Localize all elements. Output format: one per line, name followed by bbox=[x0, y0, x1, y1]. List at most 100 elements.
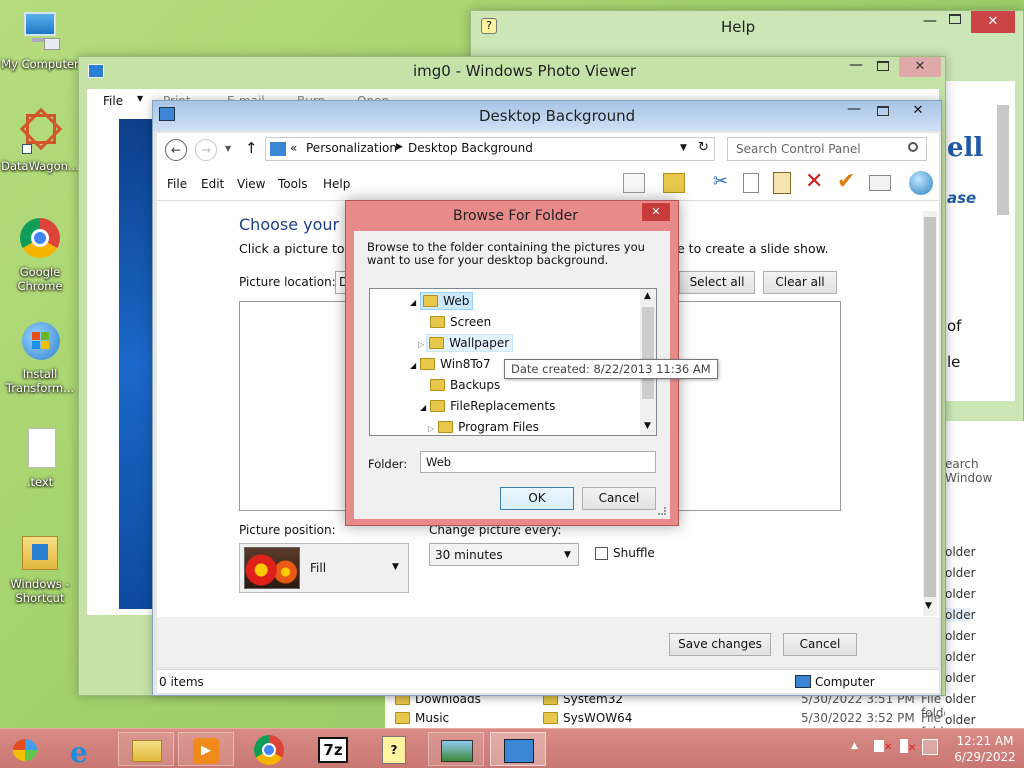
maximize-button[interactable] bbox=[877, 106, 889, 116]
taskbar-7zip[interactable]: 7z bbox=[306, 732, 362, 766]
network-icon[interactable] bbox=[922, 739, 938, 755]
menu-help[interactable]: Help bbox=[323, 177, 350, 191]
desktop-icon-google-chrome[interactable]: Google Chrome bbox=[0, 218, 80, 293]
folder-input[interactable]: Web bbox=[420, 451, 656, 473]
up-button[interactable]: ↑ bbox=[245, 139, 258, 157]
taskbar-media-player[interactable]: ▶ bbox=[178, 732, 234, 766]
select-all-button[interactable]: Select all bbox=[679, 271, 755, 294]
help-app-icon: ? bbox=[382, 736, 406, 764]
cut-icon[interactable]: ✂ bbox=[713, 171, 728, 192]
close-button[interactable]: ✕ bbox=[899, 57, 941, 77]
properties-icon[interactable] bbox=[869, 175, 891, 191]
desktop-icon-install-transform[interactable]: Install Transform... bbox=[0, 320, 80, 395]
tree-item-wallpaper[interactable]: ▷ Wallpaper bbox=[418, 333, 514, 353]
maximize-button[interactable] bbox=[877, 61, 889, 71]
start-button[interactable] bbox=[10, 735, 40, 763]
dialog-close-button[interactable]: ✕ bbox=[642, 203, 670, 221]
help-text-fragment: of bbox=[947, 317, 962, 335]
scrollbar-thumb[interactable] bbox=[642, 307, 654, 399]
scrollbar-thumb[interactable] bbox=[924, 217, 936, 597]
taskbar-chrome[interactable] bbox=[242, 732, 298, 766]
desktop-icon-label: Install Transform... bbox=[5, 367, 75, 395]
menu-file[interactable]: File bbox=[167, 177, 187, 191]
minimize-button[interactable]: — bbox=[849, 57, 863, 73]
menu-tools[interactable]: Tools bbox=[278, 177, 308, 191]
change-every-select[interactable]: 30 minutes ▼ bbox=[429, 543, 579, 566]
folder-icon bbox=[543, 712, 558, 724]
volume-muted-icon[interactable]: ✕ bbox=[874, 740, 892, 753]
resize-grip-icon[interactable] bbox=[658, 507, 666, 515]
expand-arrow-icon: ◢ bbox=[410, 298, 417, 307]
copy-icon[interactable] bbox=[743, 173, 759, 193]
maximize-button[interactable] bbox=[949, 14, 961, 24]
desktop-icon-my-computer[interactable]: My Computer bbox=[0, 10, 80, 71]
minimize-button[interactable]: — bbox=[923, 13, 937, 29]
content-scrollbar[interactable]: ▼ bbox=[923, 211, 937, 616]
taskbar-control-panel[interactable] bbox=[490, 732, 546, 766]
ok-button[interactable]: OK bbox=[500, 487, 574, 510]
browse-folder-dialog[interactable]: Browse For Folder ✕ Browse to the folder… bbox=[345, 200, 718, 526]
cancel-button[interactable]: Cancel bbox=[582, 487, 656, 510]
desktop-icon-text-file[interactable]: .text bbox=[0, 428, 80, 489]
tree-item-filereplacements[interactable]: ◢ FileReplacements bbox=[420, 396, 555, 416]
chevron-down-icon: ▼ bbox=[392, 562, 399, 572]
help-scrollbar[interactable] bbox=[997, 105, 1009, 215]
picture-position-select[interactable]: Fill ▼ bbox=[239, 543, 409, 593]
close-button[interactable]: ✕ bbox=[899, 101, 937, 121]
delete-icon[interactable]: ✕ bbox=[805, 169, 823, 194]
search-input[interactable]: Search Control Panel bbox=[727, 137, 927, 161]
taskbar-file-explorer[interactable] bbox=[118, 732, 174, 766]
taskbar-photo-viewer[interactable] bbox=[428, 732, 484, 766]
tree-item-backups[interactable]: Backups bbox=[430, 375, 500, 395]
action-center-flag-icon[interactable]: ✕ bbox=[900, 739, 916, 754]
clock-date[interactable]: 6/29/2022 bbox=[950, 750, 1020, 764]
desktop-icon-datawagon[interactable]: DataWagon... bbox=[0, 107, 80, 173]
recent-dropdown-icon[interactable]: ▼ bbox=[225, 144, 231, 153]
globe-icon[interactable] bbox=[909, 171, 933, 195]
folder-shortcut-icon bbox=[18, 530, 62, 574]
chevron-down-icon[interactable]: ▼ bbox=[644, 421, 651, 431]
list-item[interactable]: Music SysWOW64 5/30/2022 3:52 PM File fo… bbox=[395, 711, 945, 730]
menu-edit[interactable]: Edit bbox=[201, 177, 224, 191]
tree-item-screen[interactable]: Screen bbox=[430, 312, 491, 332]
footer-bar: Save changes Cancel bbox=[157, 617, 939, 667]
folder-icon bbox=[430, 400, 446, 412]
address-box[interactable]: « Personalization ▶ Desktop Background ▼… bbox=[265, 137, 715, 161]
shuffle-checkbox[interactable] bbox=[595, 547, 608, 560]
desktop-icon-windows-shortcut[interactable]: Windows - Shortcut bbox=[0, 530, 80, 605]
show-hidden-icons[interactable]: ▲ bbox=[851, 741, 858, 751]
checkmark-icon[interactable]: ✔ bbox=[837, 169, 855, 194]
tree-item-program-files[interactable]: ▷ Program Files bbox=[428, 417, 539, 435]
close-button[interactable]: ✕ bbox=[971, 11, 1015, 33]
search-icon bbox=[908, 142, 918, 152]
back-button[interactable]: ← bbox=[165, 139, 187, 161]
menu-file[interactable]: File bbox=[103, 94, 123, 108]
taskbar-internet-explorer[interactable]: e bbox=[58, 732, 114, 768]
cancel-button[interactable]: Cancel bbox=[783, 633, 857, 656]
help-heading-fragment: ell bbox=[947, 133, 984, 163]
picture-location-label: Picture location: bbox=[239, 275, 336, 289]
paste-icon[interactable] bbox=[773, 172, 791, 194]
layout-pane-icon[interactable] bbox=[623, 173, 645, 193]
clear-all-button[interactable]: Clear all bbox=[763, 271, 837, 294]
clock-time[interactable]: 12:21 AM bbox=[950, 734, 1020, 748]
forward-button[interactable]: → bbox=[195, 139, 217, 161]
breadcrumb-desktop-background[interactable]: Desktop Background bbox=[408, 141, 533, 155]
menu-view[interactable]: View bbox=[237, 177, 265, 191]
taskbar: e ▶ 7z ? ▲ ✕ ✕ 12:21 AM 6/29/2022 bbox=[0, 728, 1024, 768]
refresh-icon[interactable]: ↻ bbox=[698, 140, 709, 155]
minimize-button[interactable]: — bbox=[847, 101, 861, 117]
breadcrumb-personalization[interactable]: Personalization bbox=[306, 141, 397, 155]
chevron-down-icon[interactable]: ▼ bbox=[680, 143, 687, 153]
tree-item-win8to7[interactable]: ◢ Win8To7 bbox=[410, 354, 491, 374]
save-changes-button[interactable]: Save changes bbox=[669, 633, 771, 656]
taskbar-help[interactable]: ? bbox=[368, 732, 424, 766]
chevron-up-icon[interactable]: ▲ bbox=[644, 291, 651, 301]
desktop-icon-label: My Computer bbox=[1, 57, 79, 71]
status-location: Computer bbox=[815, 675, 875, 689]
chevron-down-icon[interactable]: ▼ bbox=[925, 601, 932, 611]
chevron-down-icon: ▼ bbox=[564, 550, 571, 560]
media-player-icon: ▶ bbox=[193, 738, 219, 764]
folder-options-icon[interactable] bbox=[663, 173, 685, 193]
tree-item-web[interactable]: ◢ Web bbox=[410, 291, 474, 311]
